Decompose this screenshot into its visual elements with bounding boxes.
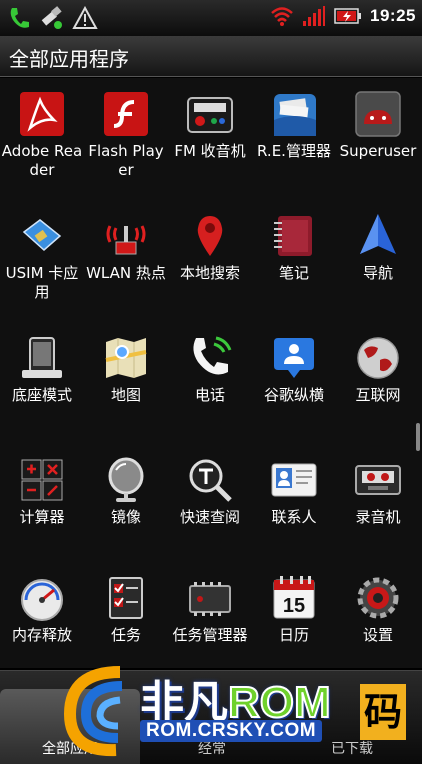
signal-bars-icon bbox=[303, 6, 326, 26]
app-flash-player[interactable]: Flash Player bbox=[84, 84, 168, 194]
app-label: Adobe Reader bbox=[1, 142, 83, 179]
app-label: 地图 bbox=[110, 386, 141, 404]
app-label: 镜像 bbox=[110, 508, 141, 526]
quick-lookup-icon bbox=[186, 456, 234, 504]
page-title: 全部应用程序 bbox=[9, 47, 129, 71]
notebook-icon bbox=[270, 212, 318, 260]
app-re-manager[interactable]: R.E.管理器 bbox=[252, 84, 336, 194]
app-label: 设置 bbox=[362, 626, 393, 644]
calendar-day: 15 bbox=[283, 595, 305, 617]
phone-signal-icon bbox=[10, 8, 29, 28]
app-label: 任务管理器 bbox=[172, 626, 248, 644]
app-label: USIM 卡应用 bbox=[5, 264, 79, 301]
navigation-arrow-icon bbox=[354, 212, 402, 260]
app-navigation[interactable]: 导航 bbox=[336, 206, 420, 316]
app-voice-recorder[interactable]: 录音机 bbox=[336, 450, 420, 560]
watermark-url: ROM.CRSKY.COM bbox=[140, 720, 323, 742]
warning-icon bbox=[72, 6, 98, 29]
globe-icon bbox=[354, 334, 402, 382]
app-superuser[interactable]: Superuser bbox=[336, 84, 420, 194]
calendar-icon: 15 bbox=[270, 574, 318, 622]
flash-player-icon bbox=[102, 90, 150, 138]
latitude-icon bbox=[270, 334, 318, 382]
app-label: Flash Player bbox=[88, 142, 164, 179]
app-wlan-hotspot[interactable]: WLAN 热点 bbox=[84, 206, 168, 316]
dock-mode-icon bbox=[18, 334, 66, 382]
settings-gear-icon bbox=[354, 574, 402, 622]
tasks-icon bbox=[102, 574, 150, 622]
app-label: 快速查阅 bbox=[179, 508, 240, 526]
app-label: 本地搜索 bbox=[179, 264, 240, 282]
app-label: 导航 bbox=[362, 264, 393, 282]
app-label: 联系人 bbox=[271, 508, 317, 526]
app-mirror[interactable]: 镜像 bbox=[84, 450, 168, 560]
status-clock: 19:25 bbox=[370, 6, 416, 25]
app-usim[interactable]: USIM 卡应用 bbox=[0, 206, 84, 316]
memory-gauge-icon bbox=[18, 574, 66, 622]
wifi-hotspot-icon bbox=[102, 212, 150, 260]
app-label: 底座模式 bbox=[11, 386, 72, 404]
calculator-icon bbox=[18, 456, 66, 504]
adobe-reader-icon bbox=[18, 90, 66, 138]
fm-radio-icon bbox=[186, 90, 234, 138]
app-label: FM 收音机 bbox=[174, 142, 246, 160]
sim-card-icon bbox=[18, 212, 66, 260]
app-label: 谷歌纵横 bbox=[263, 386, 324, 404]
app-label: 笔记 bbox=[278, 264, 309, 282]
app-label: 任务 bbox=[110, 626, 141, 644]
app-quick-lookup[interactable]: 快速查阅 bbox=[168, 450, 252, 560]
mirror-icon bbox=[102, 456, 150, 504]
app-label: Superuser bbox=[339, 142, 417, 160]
map-pin-icon bbox=[186, 212, 234, 260]
app-label: 互联网 bbox=[355, 386, 401, 404]
app-internet[interactable]: 互联网 bbox=[336, 328, 420, 438]
app-label: WLAN 热点 bbox=[86, 264, 166, 282]
app-fm-radio[interactable]: FM 收音机 bbox=[168, 84, 252, 194]
app-label: 内存释放 bbox=[11, 626, 72, 644]
app-calculator[interactable]: 计算器 bbox=[0, 450, 84, 560]
app-label: R.E.管理器 bbox=[257, 142, 331, 160]
app-dock-mode[interactable]: 底座模式 bbox=[0, 328, 84, 438]
app-label: 计算器 bbox=[19, 508, 65, 526]
watermark-logo: 非凡ROM ROM.CRSKY.COM 码 bbox=[60, 658, 416, 758]
app-grid: Adobe Reader Flash Player FM 收音机 R.E.管理器… bbox=[0, 78, 422, 668]
battery-charging-icon bbox=[334, 8, 362, 24]
swirl-logo-icon bbox=[63, 666, 123, 757]
phone-icon bbox=[186, 334, 234, 382]
watermark-badge: 码 bbox=[360, 684, 406, 740]
scroll-indicator[interactable] bbox=[416, 423, 420, 451]
app-adobe-reader[interactable]: Adobe Reader bbox=[0, 84, 84, 194]
maps-icon bbox=[102, 334, 150, 382]
task-manager-icon bbox=[186, 574, 234, 622]
status-bar: 19:25 bbox=[0, 0, 422, 36]
app-phone[interactable]: 电话 bbox=[168, 328, 252, 438]
voice-recorder-icon bbox=[354, 456, 402, 504]
app-label: 电话 bbox=[194, 386, 225, 404]
app-contacts[interactable]: 联系人 bbox=[252, 450, 336, 560]
usb-debug-icon bbox=[41, 6, 62, 29]
app-label: 日历 bbox=[278, 626, 309, 644]
re-manager-icon bbox=[270, 90, 318, 138]
app-local-search[interactable]: 本地搜索 bbox=[168, 206, 252, 316]
app-label: 录音机 bbox=[355, 508, 401, 526]
wifi-icon bbox=[271, 7, 293, 26]
app-latitude[interactable]: 谷歌纵横 bbox=[252, 328, 336, 438]
app-maps[interactable]: 地图 bbox=[84, 328, 168, 438]
superuser-icon bbox=[354, 90, 402, 138]
app-drawer-header: 全部应用程序 bbox=[0, 36, 422, 77]
contacts-icon bbox=[270, 456, 318, 504]
app-notes[interactable]: 笔记 bbox=[252, 206, 336, 316]
